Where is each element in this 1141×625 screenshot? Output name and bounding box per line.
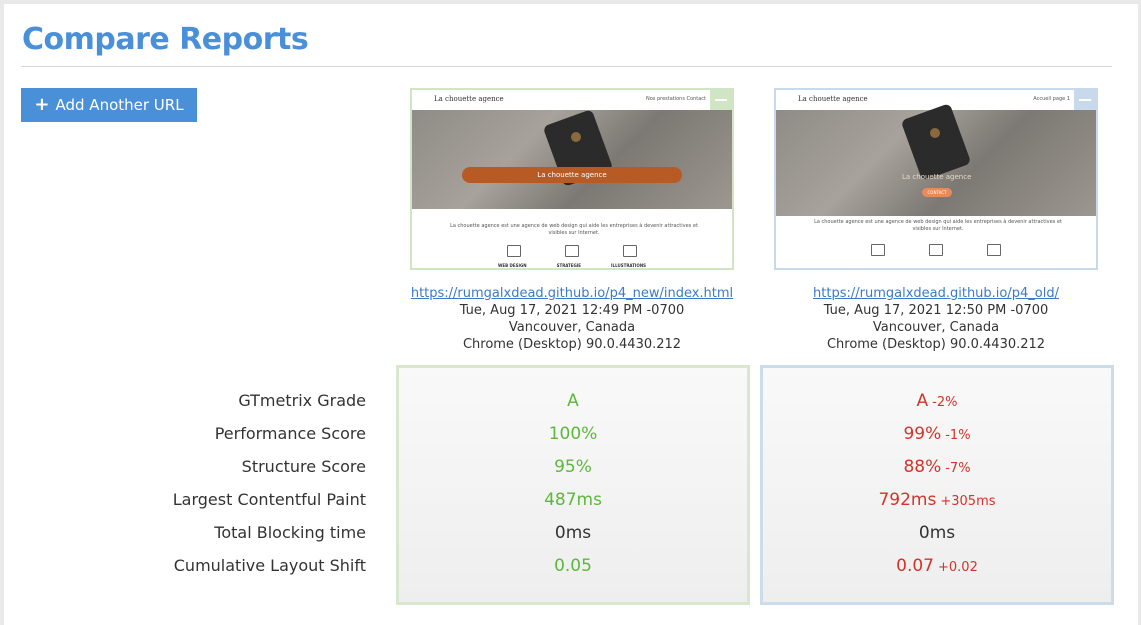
report-b-date: Tue, Aug 17, 2021 12:50 PM -0700 xyxy=(823,303,1049,318)
grade-value: A xyxy=(567,391,579,411)
thumb-description: La chouette agence est une agence de web… xyxy=(814,219,1062,232)
tbt-value: 0ms xyxy=(554,523,592,543)
service-label: STRATEGIE xyxy=(556,263,582,268)
grade-row: A -2% xyxy=(763,390,1111,423)
grade-row: A xyxy=(399,390,747,423)
thumb-description: La chouette agence est une agence de web… xyxy=(450,223,698,236)
service-label: WEB DESIGN xyxy=(497,263,527,268)
lcp-value: 487ms xyxy=(544,490,602,510)
thumb-service-icons xyxy=(776,244,1096,256)
strategy-icon xyxy=(929,244,943,256)
thumb-service-labels: WEB DESIGN STRATEGIE ILLUSTRATIONS xyxy=(412,263,732,268)
structure-row: 95% xyxy=(399,456,747,489)
structure-delta: -7% xyxy=(945,461,971,476)
report-b-screenshot[interactable]: La chouette agence Accueil page 1 La cho… xyxy=(774,88,1098,270)
lcp-value: 792ms xyxy=(878,490,937,510)
grade-value: A xyxy=(916,391,929,411)
report-a-meta: https://rumgalxdead.github.io/p4_new/ind… xyxy=(402,285,742,353)
performance-row: 99% -1% xyxy=(763,423,1111,456)
tbt-row: 0ms xyxy=(399,522,747,555)
page-title: Compare Reports xyxy=(22,22,309,57)
thumb-hero: La chouette agence CONTACT xyxy=(776,103,1096,216)
thumb-service-icons xyxy=(412,245,732,257)
minus-icon xyxy=(1079,99,1091,101)
web-design-icon xyxy=(507,245,521,257)
title-divider xyxy=(21,66,1112,67)
tbt-value: 0ms xyxy=(918,523,956,543)
add-another-url-button[interactable]: + Add Another URL xyxy=(21,88,197,122)
collapse-report-a-button[interactable] xyxy=(710,90,732,110)
lcp-delta: +305ms xyxy=(940,494,996,509)
structure-value: 88% xyxy=(903,457,942,477)
performance-value: 100% xyxy=(548,424,598,444)
report-b-meta: https://rumgalxdead.github.io/p4_old/ Tu… xyxy=(766,285,1106,353)
illustration-icon xyxy=(987,244,1001,256)
report-a-screenshot[interactable]: La chouette agence Nos prestations Conta… xyxy=(410,88,734,270)
report-b-scores: A -2% 99% -1% 88% -7% 792ms +305ms 0ms 0.07 +… xyxy=(760,365,1114,605)
illustration-icon xyxy=(623,245,637,257)
lcp-row: 792ms +305ms xyxy=(763,489,1111,522)
lcp-row: 487ms xyxy=(399,489,747,522)
performance-value: 99% xyxy=(903,424,942,444)
structure-row: 88% -7% xyxy=(763,456,1111,489)
report-b-location: Vancouver, Canada xyxy=(872,320,1000,335)
thumb-contact-button: CONTACT xyxy=(922,188,952,197)
phone-image xyxy=(900,103,972,181)
thumb-nav-links: Nos prestations Contact xyxy=(645,96,706,102)
thumb-logo: La chouette agence xyxy=(434,95,504,103)
cls-delta: +0.02 xyxy=(938,560,978,575)
structure-value: 95% xyxy=(554,457,592,477)
performance-delta: -1% xyxy=(945,428,971,443)
report-a-date: Tue, Aug 17, 2021 12:49 PM -0700 xyxy=(459,303,685,318)
collapse-report-b-button[interactable] xyxy=(1074,90,1096,110)
thumb-logo: La chouette agence xyxy=(798,95,868,103)
report-b-url-link[interactable]: https://rumgalxdead.github.io/p4_old/ xyxy=(813,286,1059,301)
cls-value: 0.05 xyxy=(554,556,592,576)
owl-icon xyxy=(928,126,942,140)
metric-label-performance: Performance Score xyxy=(214,424,366,443)
cls-value: 0.07 xyxy=(896,556,934,576)
metric-label-cls: Cumulative Layout Shift xyxy=(173,556,366,575)
cls-row: 0.05 xyxy=(399,555,747,588)
service-label: ILLUSTRATIONS xyxy=(611,263,647,268)
report-a-scores: A 100% 95% 487ms 0ms 0.05 xyxy=(396,365,750,605)
report-a-location: Vancouver, Canada xyxy=(508,320,636,335)
report-b-browser: Chrome (Desktop) 90.0.4430.212 xyxy=(826,337,1046,352)
thumb-nav: La chouette agence Nos prestations Conta… xyxy=(412,90,732,110)
grade-delta: -2% xyxy=(932,395,958,410)
web-design-icon xyxy=(871,244,885,256)
metric-labels: GTmetrix Grade Performance Score Structu… xyxy=(120,390,366,588)
metric-label-lcp: Largest Contentful Paint xyxy=(172,490,366,509)
minus-icon xyxy=(715,99,727,101)
strategy-icon xyxy=(565,245,579,257)
owl-icon xyxy=(569,130,583,144)
plus-icon: + xyxy=(34,94,50,115)
metric-label-structure: Structure Score xyxy=(241,457,366,476)
metric-label-grade: GTmetrix Grade xyxy=(238,391,366,410)
thumb-nav-links: Accueil page 1 xyxy=(1033,96,1070,102)
performance-row: 100% xyxy=(399,423,747,456)
report-a-url-link[interactable]: https://rumgalxdead.github.io/p4_new/ind… xyxy=(411,286,733,301)
cls-row: 0.07 +0.02 xyxy=(763,555,1111,588)
thumb-banner: La chouette agence xyxy=(462,167,682,183)
tbt-row: 0ms xyxy=(763,522,1111,555)
thumb-hero: La chouette agence xyxy=(412,109,732,209)
add-another-url-label: Add Another URL xyxy=(55,96,184,114)
metric-label-tbt: Total Blocking time xyxy=(214,523,366,542)
thumb-banner: La chouette agence xyxy=(902,173,972,181)
report-a-browser: Chrome (Desktop) 90.0.4430.212 xyxy=(462,337,682,352)
